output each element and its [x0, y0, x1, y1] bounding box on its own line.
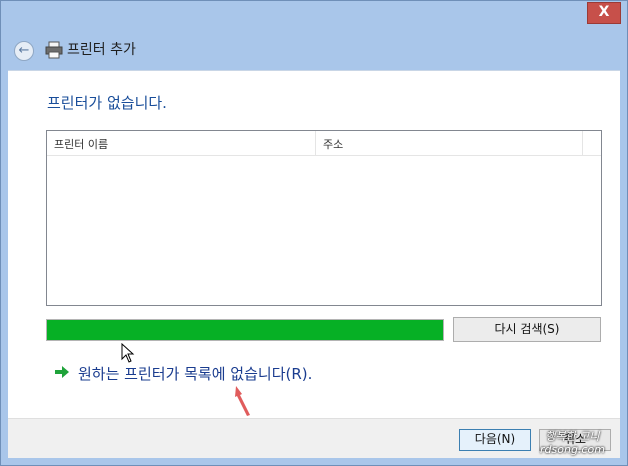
printer-list[interactable]: 프린터 이름 주소: [46, 130, 602, 306]
mouse-cursor-icon: [121, 343, 135, 363]
list-header: 프린터 이름 주소: [47, 131, 601, 156]
progress-fill: [47, 320, 443, 340]
close-button[interactable]: X: [587, 2, 621, 24]
no-printers-heading: 프린터가 없습니다.: [47, 94, 167, 112]
printer-wizard-window: X ← 프린터 추가 프린터가 없습니다. 프린터 이름 주소 다시 검색(S)…: [0, 0, 628, 466]
search-again-button[interactable]: 다시 검색(S): [453, 317, 601, 342]
page-title: 프린터 추가: [67, 42, 136, 58]
watermark-line2: rdsong.com: [540, 443, 605, 456]
watermark: 행복한 고니 rdsong.com: [540, 430, 605, 456]
watermark-line1: 행복한 고니: [545, 430, 600, 443]
column-label: 주소: [323, 138, 344, 151]
next-button[interactable]: 다음(N): [459, 429, 531, 451]
footer-bar: 다음(N) 취소: [8, 418, 620, 458]
back-button[interactable]: ←: [14, 41, 34, 61]
column-header-printer-name[interactable]: 프린터 이름: [47, 131, 316, 155]
nav-bar: ← 프린터 추가: [9, 29, 619, 69]
column-label: 프린터 이름: [54, 138, 109, 151]
printer-not-listed-link[interactable]: 원하는 프린터가 목록에 없습니다(R).: [78, 363, 312, 384]
red-pointer-arrow-icon: [235, 386, 250, 416]
search-progress-bar: [46, 319, 444, 341]
printer-icon: [45, 41, 63, 59]
content-area: 프린터가 없습니다. 프린터 이름 주소 다시 검색(S) 원하는 프린터가 목…: [8, 70, 620, 419]
green-arrow-icon: [55, 366, 69, 378]
column-header-address[interactable]: 주소: [316, 131, 583, 155]
back-arrow-icon: ←: [18, 43, 30, 58]
title-bar: X: [1, 1, 627, 29]
